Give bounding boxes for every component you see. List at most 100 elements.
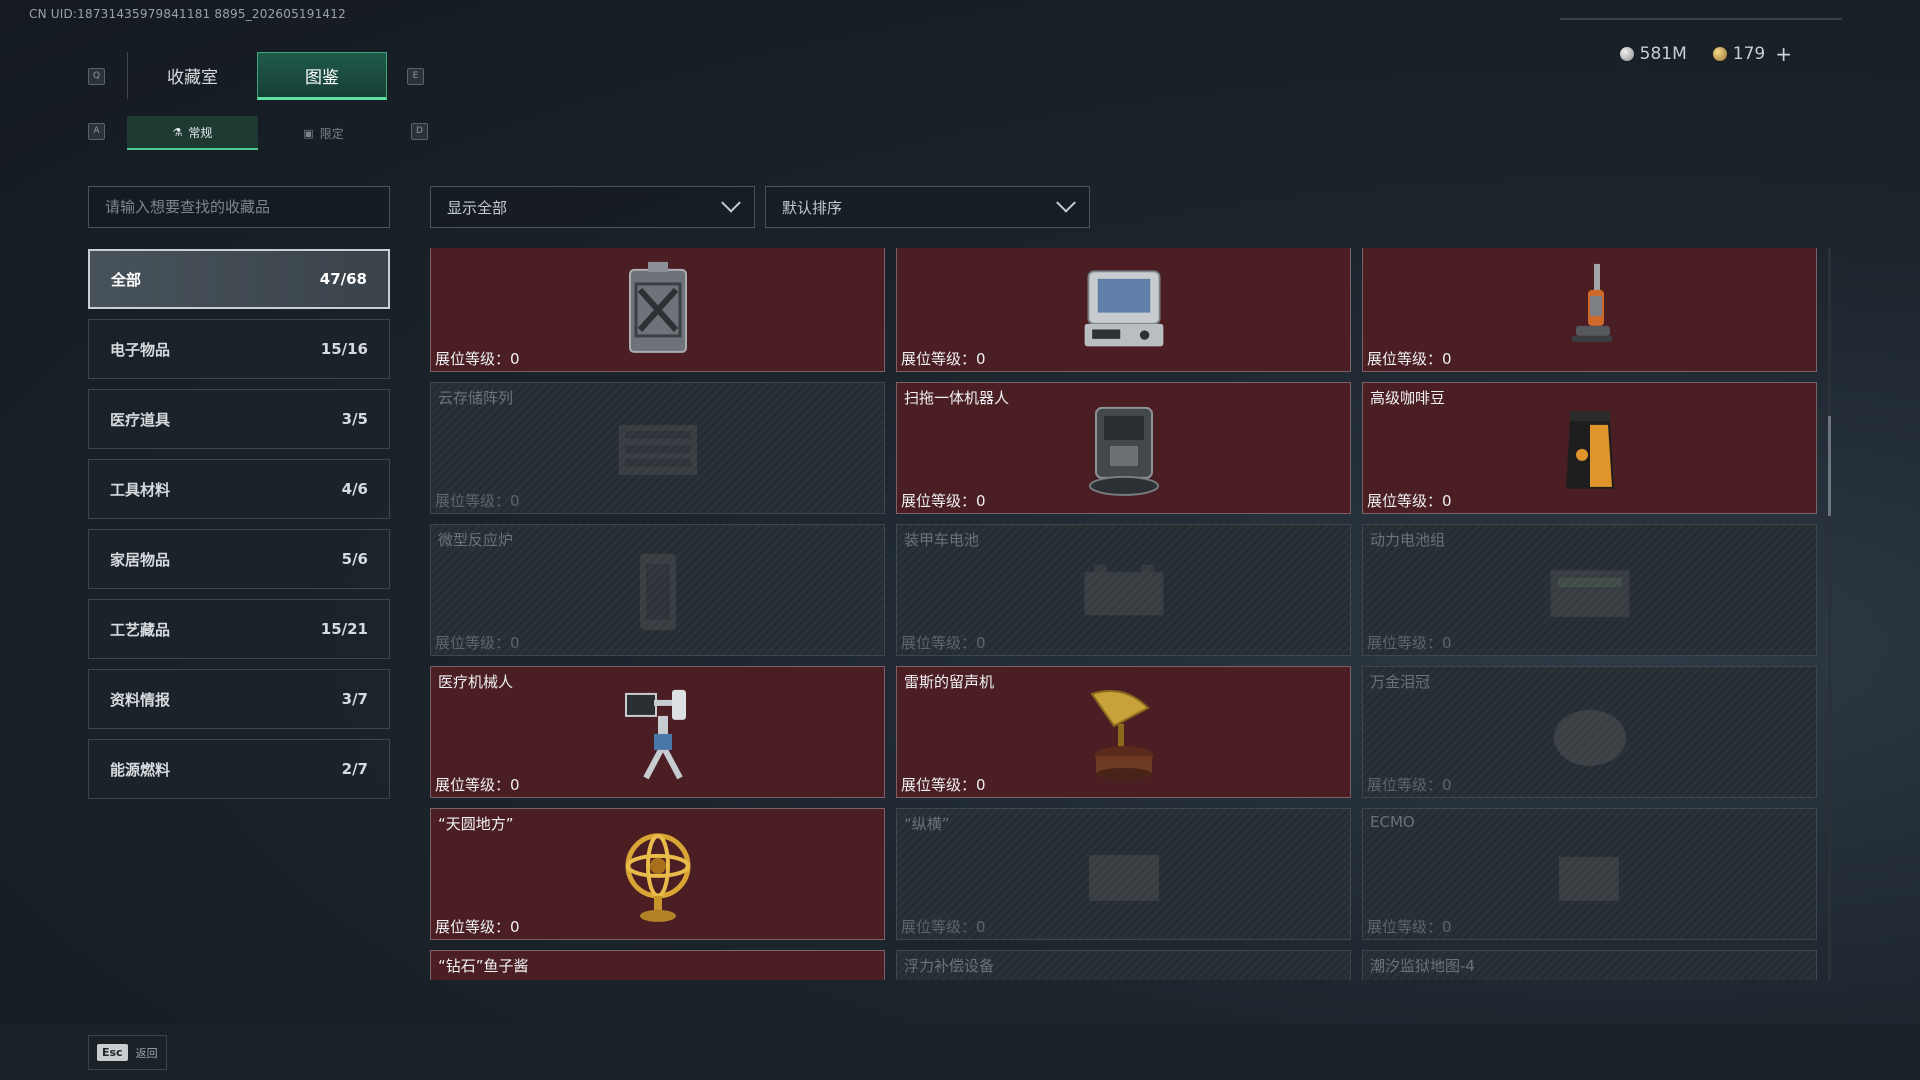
category-household[interactable]: 家居物品 5/6 <box>88 529 390 589</box>
scrollbar-thumb[interactable] <box>1828 416 1831 516</box>
card-name: 万金泪冠 <box>1370 673 1431 691</box>
category-label: 电子物品 <box>110 340 171 359</box>
collection-card[interactable]: 云存储阵列 展位等级：0 <box>430 382 885 514</box>
card-name: 微型反应炉 <box>438 531 514 549</box>
image-icon: ▣ <box>303 126 314 140</box>
back-button[interactable]: Esc 返回 <box>88 1035 167 1070</box>
collection-card[interactable]: “天圆地方” 展位等级：0 <box>430 808 885 940</box>
card-level: 展位等级：0 <box>901 916 986 937</box>
chevron-down-icon <box>721 192 741 213</box>
card-level: 展位等级：0 <box>901 490 986 511</box>
tab-collection-room[interactable]: 收藏室 <box>127 52 257 100</box>
sub-tabs: ⚗ 常规 ▣ 限定 <box>127 116 389 150</box>
gold-currency[interactable]: 179 + <box>1712 42 1792 66</box>
subtab-regular-label: 常规 <box>188 125 213 140</box>
collection-card[interactable]: 雷斯的留声机 展位等级：0 <box>896 666 1351 798</box>
caviar-tin-icon <box>613 970 703 980</box>
map-icon <box>1545 970 1635 980</box>
search-input[interactable] <box>88 186 390 228</box>
collection-card[interactable]: 浮力补偿设备展位等级：0 <box>896 950 1351 980</box>
filter-dropdown[interactable]: 显示全部 <box>430 186 755 228</box>
collection-card[interactable]: 装甲车电池 展位等级：0 <box>896 524 1351 656</box>
key-hint-q: Q <box>88 68 105 85</box>
category-label: 工艺藏品 <box>110 620 171 639</box>
flask-icon: ⚗ <box>172 125 183 139</box>
category-intel[interactable]: 资料情报 3/7 <box>88 669 390 729</box>
card-level-label: 展位等级： <box>1367 918 1443 936</box>
card-level: 展位等级：0 <box>1367 916 1452 937</box>
subtab-limited-label: 限定 <box>319 126 344 141</box>
topbar-divider <box>1560 18 1842 20</box>
sort-dropdown-value: 默认排序 <box>782 198 843 217</box>
card-level: 展位等级：0 <box>901 348 986 369</box>
bcd-icon <box>1079 970 1169 980</box>
collection-card[interactable]: “纵横” 展位等级：0 <box>896 808 1351 940</box>
subtab-limited[interactable]: ▣ 限定 <box>258 116 389 150</box>
card-level-value: 0 <box>510 350 520 368</box>
esc-key-icon: Esc <box>97 1044 128 1061</box>
category-count: 2/7 <box>341 760 368 778</box>
category-crafts[interactable]: 工艺藏品 15/21 <box>88 599 390 659</box>
ecmo-icon <box>1545 828 1635 924</box>
card-level-value: 0 <box>1442 776 1452 794</box>
card-level-label: 展位等级： <box>901 918 977 936</box>
collection-card[interactable]: 动力电池组 展位等级：0 <box>1362 524 1817 656</box>
key-hint-e: E <box>407 68 424 85</box>
category-label: 能源燃料 <box>110 760 171 779</box>
add-currency-icon[interactable]: + <box>1775 42 1792 66</box>
card-level: 展位等级：0 <box>1367 774 1452 795</box>
collection-card[interactable]: 高级咖啡豆 展位等级：0 <box>1362 382 1817 514</box>
collection-card[interactable]: ECMO 展位等级：0 <box>1362 808 1817 940</box>
tab-catalog[interactable]: 图鉴 <box>257 52 387 100</box>
card-name: “纵横” <box>904 815 950 833</box>
card-level-label: 展位等级： <box>1367 350 1443 368</box>
scrollbar[interactable] <box>1828 248 1831 980</box>
card-name: ECMO <box>1370 813 1415 831</box>
card-name: 浮力补偿设备 <box>904 957 995 975</box>
filter-dropdown-value: 显示全部 <box>447 198 508 217</box>
collection-card[interactable]: 展位等级：0 <box>430 248 885 372</box>
card-level-value: 0 <box>1442 350 1452 368</box>
bottom-bar <box>0 1024 1920 1080</box>
battery-pack-icon <box>1545 544 1635 640</box>
category-energy[interactable]: 能源燃料 2/7 <box>88 739 390 799</box>
collection-card[interactable]: 潮汐监狱地图-4展位等级：0 <box>1362 950 1817 980</box>
crown-icon <box>1545 686 1635 782</box>
reactor-icon <box>613 544 703 640</box>
collection-card[interactable]: 展位等级：0 <box>896 248 1351 372</box>
gold-coin-icon <box>1712 47 1727 61</box>
collection-card[interactable]: 万金泪冠展位等级：0 <box>1362 666 1817 798</box>
armillary-sphere-icon <box>613 828 703 924</box>
card-level-label: 展位等级： <box>435 634 511 652</box>
card-level-label: 展位等级： <box>435 918 511 936</box>
card-level-value: 0 <box>1442 918 1452 936</box>
card-level: 展位等级：0 <box>1367 490 1452 511</box>
category-medical[interactable]: 医疗道具 3/5 <box>88 389 390 449</box>
category-count: 3/5 <box>341 410 368 428</box>
category-tools[interactable]: 工具材料 4/6 <box>88 459 390 519</box>
silver-currency: 581M <box>1619 42 1687 66</box>
collection-card[interactable]: “钻石”鱼子酱展位等级：0 <box>430 950 885 980</box>
category-electronics[interactable]: 电子物品 15/16 <box>88 319 390 379</box>
card-level-value: 0 <box>976 350 986 368</box>
category-all[interactable]: 全部 47/68 <box>88 249 390 309</box>
card-level-value: 0 <box>1442 634 1452 652</box>
card-level-value: 0 <box>976 918 986 936</box>
category-count: 3/7 <box>341 690 368 708</box>
card-level-label: 展位等级： <box>901 350 977 368</box>
card-level-value: 0 <box>1442 492 1452 510</box>
collection-card[interactable]: 微型反应炉 展位等级：0 <box>430 524 885 656</box>
collection-card[interactable]: 扫拖一体机器人 展位等级：0 <box>896 382 1351 514</box>
computer-terminal-icon <box>1079 260 1169 356</box>
card-name: 扫拖一体机器人 <box>904 389 1010 407</box>
card-level-value: 0 <box>976 776 986 794</box>
collection-card[interactable]: 展位等级：0 <box>1362 248 1817 372</box>
category-label: 资料情报 <box>110 690 171 709</box>
uid-text: CN UID:18731435979841181 8895_2026051914… <box>29 7 346 21</box>
collection-card[interactable]: 医疗机械人 展位等级：0 <box>430 666 885 798</box>
board-icon <box>1079 828 1169 924</box>
card-level: 展位等级：0 <box>435 916 520 937</box>
sort-dropdown[interactable]: 默认排序 <box>765 186 1090 228</box>
card-level-label: 展位等级： <box>901 492 977 510</box>
subtab-regular[interactable]: ⚗ 常规 <box>127 116 258 150</box>
